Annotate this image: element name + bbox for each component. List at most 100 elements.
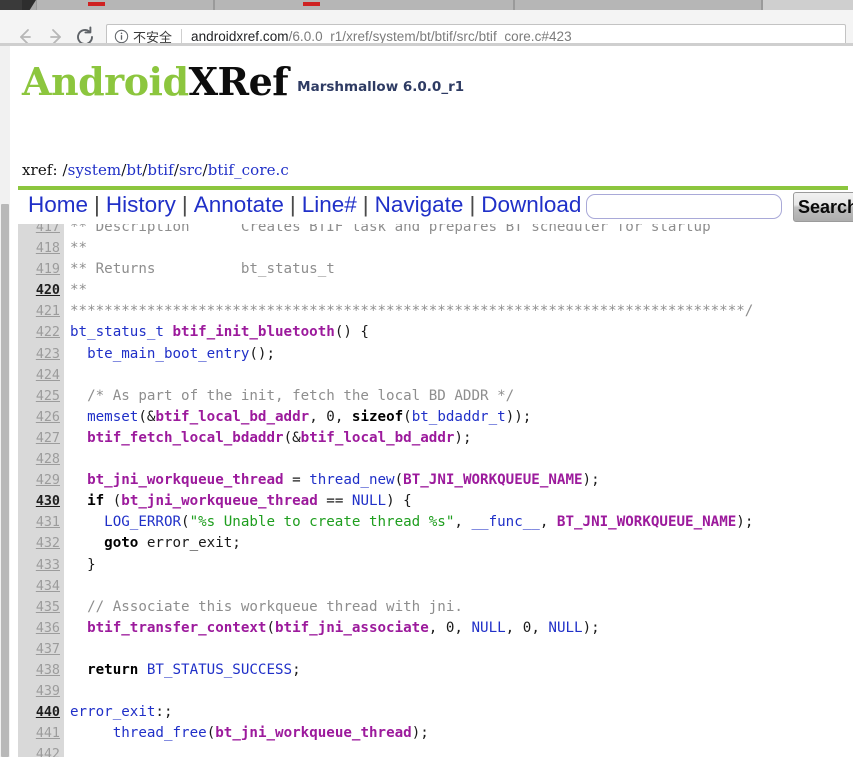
nav-link-annotate[interactable]: Annotate bbox=[194, 192, 284, 217]
site-logo[interactable]: AndroidXRef Marshmallow 6.0.0_r1 bbox=[22, 59, 464, 104]
code-lines-container: 417 ** Description Creates BTIF task and … bbox=[10, 224, 853, 757]
line-number-437[interactable]: 437 bbox=[18, 639, 60, 660]
line-number-427[interactable]: 427 bbox=[18, 428, 60, 449]
line-number-438[interactable]: 438 bbox=[18, 660, 60, 681]
code-token-id[interactable]: NULL bbox=[352, 493, 386, 509]
line-number-431[interactable]: 431 bbox=[18, 512, 60, 533]
line-number-428[interactable]: 428 bbox=[18, 449, 60, 470]
code-token-def[interactable]: bt_jni_workqueue_thread bbox=[215, 725, 411, 741]
code-token-plain: ); bbox=[454, 429, 472, 446]
line-number-435[interactable]: 435 bbox=[18, 597, 60, 618]
code-line-text: thread_free(bt_jni_workqueue_thread); bbox=[70, 723, 429, 744]
code-token-id[interactable]: BT_STATUS_SUCCESS bbox=[147, 662, 292, 678]
code-line: 423 bte_main_boot_entry(); bbox=[10, 344, 853, 365]
code-line: 434 bbox=[10, 576, 853, 597]
code-token-plain: ); bbox=[582, 619, 600, 636]
browser-tab[interactable] bbox=[36, 0, 214, 10]
info-circle-icon[interactable] bbox=[114, 29, 129, 44]
code-token-def[interactable]: btif_local_bd_addr bbox=[155, 409, 309, 425]
code-token-id[interactable]: NULL bbox=[548, 620, 582, 636]
code-line: 424 bbox=[10, 365, 853, 386]
browser-tab[interactable] bbox=[762, 0, 853, 10]
breadcrumb-link-btif-core-c[interactable]: btif_core.c bbox=[208, 161, 289, 179]
code-token-def[interactable]: bt_jni_workqueue_thread bbox=[121, 493, 317, 509]
code-token-plain: ( bbox=[181, 514, 190, 531]
code-token-def[interactable]: bt_jni_workqueue_thread bbox=[87, 472, 283, 488]
search-input[interactable] bbox=[586, 194, 782, 219]
line-number-441[interactable]: 441 bbox=[18, 723, 60, 744]
line-number-434[interactable]: 434 bbox=[18, 576, 60, 597]
code-token-def[interactable]: btif_jni_associate bbox=[275, 620, 429, 636]
line-number-440[interactable]: 440 bbox=[18, 702, 60, 723]
nav-link-download[interactable]: Download bbox=[481, 192, 581, 217]
line-number-421[interactable]: 421 bbox=[18, 301, 60, 322]
code-line: 435 // Associate this workqueue thread w… bbox=[10, 597, 853, 618]
line-number-433[interactable]: 433 bbox=[18, 555, 60, 576]
line-number-419[interactable]: 419 bbox=[18, 259, 60, 280]
code-token-def[interactable]: btif_fetch_local_bdaddr bbox=[87, 430, 283, 446]
code-token-def[interactable]: btif_transfer_context bbox=[87, 620, 266, 636]
browser-toolbar: 不安全 androidxref.com/6.0.0_r1/xref/system… bbox=[0, 10, 853, 48]
line-number-424[interactable]: 424 bbox=[18, 365, 60, 386]
line-number-425[interactable]: 425 bbox=[18, 386, 60, 407]
code-token-def[interactable]: BT_JNI_WORKQUEUE_NAME bbox=[403, 472, 582, 488]
code-line-text: } bbox=[70, 555, 96, 576]
code-token-def[interactable]: btif_init_bluetooth bbox=[173, 324, 335, 340]
line-number-432[interactable]: 432 bbox=[18, 533, 60, 554]
code-line-text: return BT_STATUS_SUCCESS; bbox=[70, 660, 301, 681]
line-number-417[interactable]: 417 bbox=[18, 224, 60, 238]
breadcrumb-link-src[interactable]: src bbox=[179, 161, 203, 179]
line-number-429[interactable]: 429 bbox=[18, 470, 60, 491]
tab-favicon bbox=[88, 2, 105, 6]
nav-link-line[interactable]: Line# bbox=[302, 192, 357, 217]
code-token-id[interactable]: bt_bdaddr_t bbox=[412, 409, 506, 425]
breadcrumb-link-btif[interactable]: btif bbox=[147, 161, 173, 179]
url-path: /6.0.0_r1/xref/system/bt/btif/src/btif_c… bbox=[288, 28, 572, 44]
nav-link-navigate[interactable]: Navigate bbox=[375, 192, 464, 217]
line-number-426[interactable]: 426 bbox=[18, 407, 60, 428]
breadcrumb-link-bt[interactable]: bt bbox=[126, 161, 142, 179]
code-token-def[interactable]: btif_local_bd_addr bbox=[301, 430, 455, 446]
code-token-id[interactable]: bte_main_boot_entry bbox=[87, 346, 249, 362]
page-scrollbar[interactable] bbox=[0, 46, 10, 757]
window-control-left-edge[interactable] bbox=[22, 0, 36, 10]
code-token-id[interactable]: thread_free bbox=[113, 725, 207, 741]
code-token-plain: ( bbox=[104, 493, 122, 510]
search-button[interactable]: Search bbox=[793, 192, 853, 222]
line-number-430[interactable]: 430 bbox=[18, 491, 60, 512]
window-control-left[interactable] bbox=[0, 0, 22, 10]
page-content: AndroidXRef Marshmallow 6.0.0_r1 xref: /s… bbox=[10, 46, 853, 757]
breadcrumb-label: xref: bbox=[22, 161, 58, 179]
code-line: 440 error_exit:; bbox=[10, 702, 853, 723]
line-number-418[interactable]: 418 bbox=[18, 238, 60, 259]
code-token-id[interactable]: memset bbox=[87, 409, 138, 425]
code-token-plain: () { bbox=[334, 324, 369, 341]
page-scrollbar-thumb[interactable] bbox=[1, 204, 9, 757]
nav-link-home[interactable]: Home bbox=[28, 192, 88, 217]
code-token-id[interactable]: LOG_ERROR bbox=[104, 514, 181, 530]
line-number-436[interactable]: 436 bbox=[18, 618, 60, 639]
breadcrumb-link-system[interactable]: system bbox=[68, 161, 122, 179]
browser-tab[interactable] bbox=[214, 0, 514, 10]
line-number-422[interactable]: 422 bbox=[18, 322, 60, 343]
code-token-com: ** bbox=[70, 240, 88, 257]
line-number-420[interactable]: 420 bbox=[18, 280, 60, 301]
line-number-442[interactable]: 442 bbox=[18, 744, 60, 757]
code-token-id[interactable]: bt_status_t bbox=[70, 324, 164, 340]
code-token-id[interactable]: NULL bbox=[472, 620, 506, 636]
code-token-id[interactable]: __func__ bbox=[471, 514, 539, 530]
code-token-id[interactable]: thread_new bbox=[309, 472, 394, 488]
line-number-439[interactable]: 439 bbox=[18, 681, 60, 702]
code-token-def[interactable]: BT_JNI_WORKQUEUE_NAME bbox=[557, 514, 736, 530]
code-line-text: bte_main_boot_entry(); bbox=[70, 344, 275, 365]
line-number-423[interactable]: 423 bbox=[18, 344, 60, 365]
code-token-id[interactable]: error_exit bbox=[70, 704, 155, 720]
nav-link-history[interactable]: History bbox=[106, 192, 176, 217]
code-line-text: memset(&btif_local_bd_addr, 0, sizeof(bt… bbox=[70, 407, 531, 428]
browser-tab[interactable] bbox=[514, 0, 762, 10]
code-token-plain: , bbox=[309, 408, 327, 425]
omnibox-divider bbox=[181, 28, 183, 44]
code-token-kw: return bbox=[87, 661, 139, 678]
